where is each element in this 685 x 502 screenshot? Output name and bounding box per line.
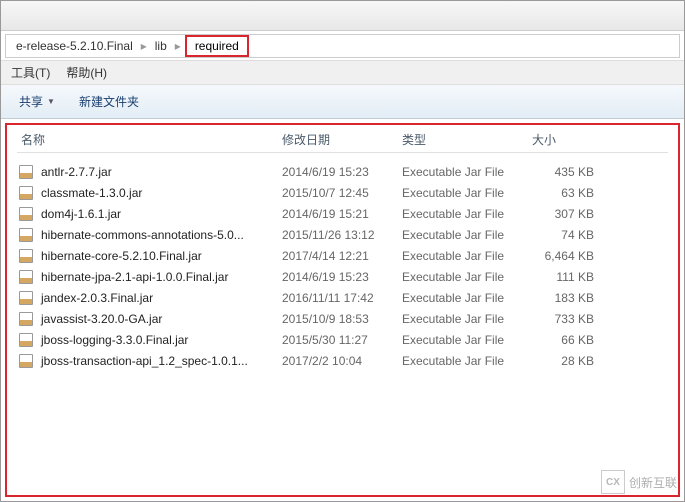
toolbar-new-folder[interactable]: 新建文件夹 [79,93,139,110]
file-name: jboss-logging-3.3.0.Final.jar [41,333,188,347]
file-type: Executable Jar File [402,228,532,242]
file-row[interactable]: jboss-logging-3.3.0.Final.jar 2015/5/30 1… [17,329,668,350]
file-name-cell: javassist-3.20.0-GA.jar [17,311,282,327]
file-name-cell: hibernate-commons-annotations-5.0... [17,227,282,243]
file-name: antlr-2.7.7.jar [41,165,112,179]
chevron-right-icon: ▸ [173,39,183,53]
file-row[interactable]: dom4j-1.6.1.jar 2014/6/19 15:21Executable… [17,203,668,224]
chevron-down-icon: ▼ [47,97,55,106]
file-size: 733 KB [532,312,602,326]
file-row[interactable]: classmate-1.3.0.jar 2015/10/7 12:45Execut… [17,182,668,203]
file-name: jandex-2.0.3.Final.jar [41,291,153,305]
file-row[interactable]: hibernate-commons-annotations-5.0... 2015… [17,224,668,245]
column-headers: 名称 修改日期 类型 大小 [17,131,668,153]
file-date: 2017/4/14 12:21 [282,249,402,263]
jar-file-icon [17,248,35,264]
menu-help[interactable]: 帮助(H) [66,64,107,81]
file-name-cell: antlr-2.7.7.jar [17,164,282,180]
file-row[interactable]: jandex-2.0.3.Final.jar 2016/11/11 17:42Ex… [17,287,668,308]
jar-file-icon [17,164,35,180]
header-type[interactable]: 类型 [402,131,532,148]
file-name-cell: classmate-1.3.0.jar [17,185,282,201]
file-date: 2014/6/19 15:23 [282,165,402,179]
file-size: 74 KB [532,228,602,242]
breadcrumb-bar: e-release-5.2.10.Final ▸ lib ▸ required [1,31,684,61]
file-date: 2015/11/26 13:12 [282,228,402,242]
file-name-cell: jboss-transaction-api_1.2_spec-1.0.1... [17,353,282,369]
jar-file-icon [17,311,35,327]
file-size: 183 KB [532,291,602,305]
file-type: Executable Jar File [402,333,532,347]
file-type: Executable Jar File [402,270,532,284]
file-name: dom4j-1.6.1.jar [41,207,121,221]
file-type: Executable Jar File [402,249,532,263]
file-name: hibernate-jpa-2.1-api-1.0.0.Final.jar [41,270,228,284]
window-title-bar [1,1,684,31]
jar-file-icon [17,332,35,348]
jar-file-icon [17,206,35,222]
file-name: hibernate-commons-annotations-5.0... [41,228,244,242]
file-row[interactable]: hibernate-jpa-2.1-api-1.0.0.Final.jar 201… [17,266,668,287]
jar-file-icon [17,185,35,201]
file-name: hibernate-core-5.2.10.Final.jar [41,249,202,263]
file-name-cell: jandex-2.0.3.Final.jar [17,290,282,306]
jar-file-icon [17,269,35,285]
file-row[interactable]: jboss-transaction-api_1.2_spec-1.0.1... 2… [17,350,668,371]
header-name[interactable]: 名称 [17,131,282,148]
file-size: 28 KB [532,354,602,368]
file-name-cell: jboss-logging-3.3.0.Final.jar [17,332,282,348]
file-type: Executable Jar File [402,354,532,368]
breadcrumb-current[interactable]: required [185,35,249,57]
file-list: antlr-2.7.7.jar2014/6/19 15:23Executable… [17,161,668,371]
jar-file-icon [17,353,35,369]
file-date: 2015/10/7 12:45 [282,186,402,200]
file-row[interactable]: hibernate-core-5.2.10.Final.jar 2017/4/14… [17,245,668,266]
file-size: 63 KB [532,186,602,200]
file-date: 2014/6/19 15:21 [282,207,402,221]
share-label: 共享 [19,93,43,110]
file-type: Executable Jar File [402,312,532,326]
file-size: 66 KB [532,333,602,347]
toolbar-share[interactable]: 共享 ▼ [19,93,55,110]
file-date: 2015/5/30 11:27 [282,333,402,347]
file-date: 2017/2/2 10:04 [282,354,402,368]
file-name-cell: hibernate-core-5.2.10.Final.jar [17,248,282,264]
header-date[interactable]: 修改日期 [282,131,402,148]
file-size: 435 KB [532,165,602,179]
file-size: 6,464 KB [532,249,602,263]
file-type: Executable Jar File [402,165,532,179]
toolbar: 共享 ▼ 新建文件夹 [1,85,684,119]
file-name: jboss-transaction-api_1.2_spec-1.0.1... [41,354,248,368]
breadcrumb-segment[interactable]: e-release-5.2.10.Final [10,39,139,53]
file-type: Executable Jar File [402,291,532,305]
file-date: 2014/6/19 15:23 [282,270,402,284]
file-name-cell: dom4j-1.6.1.jar [17,206,282,222]
file-type: Executable Jar File [402,207,532,221]
breadcrumb[interactable]: e-release-5.2.10.Final ▸ lib ▸ required [5,34,680,58]
chevron-right-icon: ▸ [139,39,149,53]
file-size: 307 KB [532,207,602,221]
file-name: classmate-1.3.0.jar [41,186,142,200]
file-type: Executable Jar File [402,186,532,200]
breadcrumb-segment[interactable]: lib [149,39,173,53]
menu-bar: 工具(T) 帮助(H) [1,61,684,85]
file-date: 2016/11/11 17:42 [282,291,402,305]
file-name: javassist-3.20.0-GA.jar [41,312,162,326]
jar-file-icon [17,290,35,306]
jar-file-icon [17,227,35,243]
file-size: 111 KB [532,270,602,284]
file-row[interactable]: antlr-2.7.7.jar 2014/6/19 15:23Executable… [17,161,668,182]
file-row[interactable]: javassist-3.20.0-GA.jar 2015/10/9 18:53Ex… [17,308,668,329]
menu-tools[interactable]: 工具(T) [11,64,50,81]
header-size[interactable]: 大小 [532,131,602,148]
file-date: 2015/10/9 18:53 [282,312,402,326]
file-name-cell: hibernate-jpa-2.1-api-1.0.0.Final.jar [17,269,282,285]
